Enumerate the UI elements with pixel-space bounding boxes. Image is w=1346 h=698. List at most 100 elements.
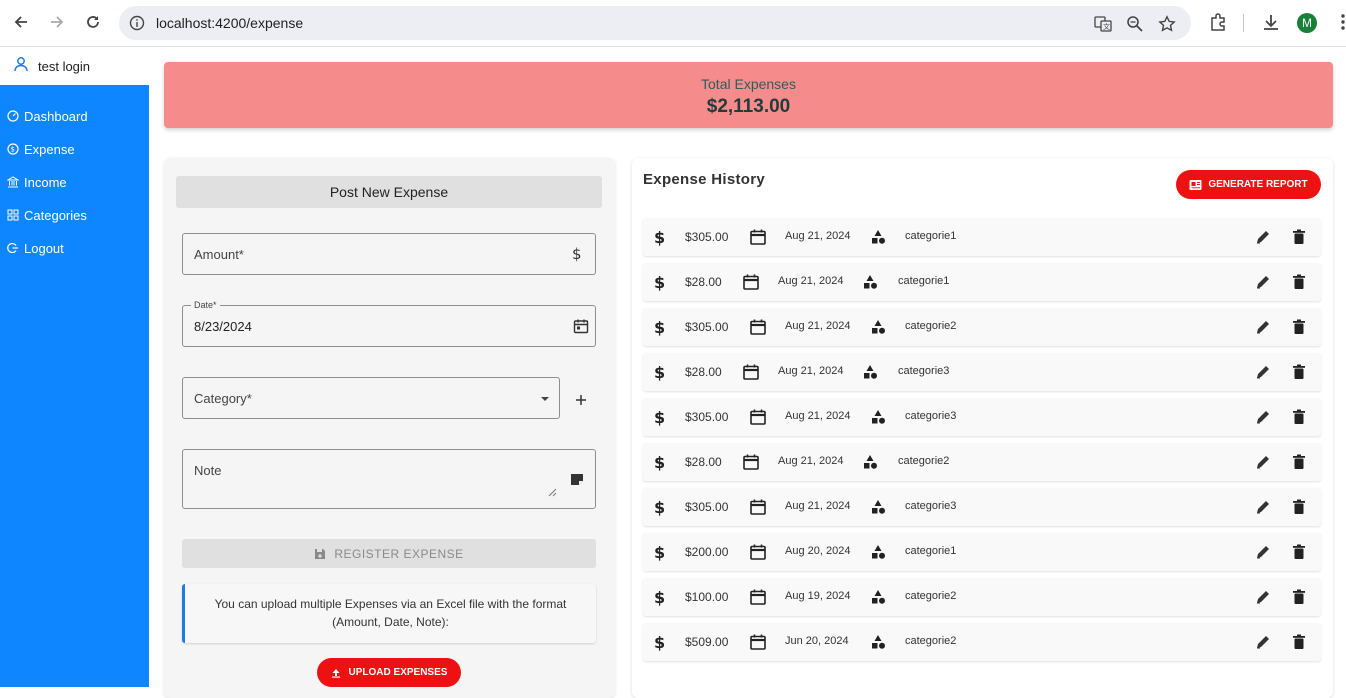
calendar-icon — [750, 409, 766, 425]
dollar-icon: $ — [654, 543, 665, 561]
delete-icon[interactable] — [1290, 318, 1308, 336]
svg-text:$: $ — [654, 273, 665, 291]
category-select[interactable]: Category* — [182, 377, 560, 419]
site-info-icon[interactable] — [129, 15, 145, 31]
dollar-icon: $ — [654, 408, 665, 426]
delete-icon[interactable] — [1290, 543, 1308, 561]
dollar-icon: $ — [654, 588, 665, 606]
expense-amount: $200.00 — [685, 545, 729, 559]
calendar-icon — [750, 589, 766, 605]
toolbar-divider — [1243, 14, 1244, 32]
date-label: Date* — [191, 300, 220, 310]
table-row: $ $28.00 Aug 21, 2024 categorie3 — [643, 353, 1321, 391]
edit-icon[interactable] — [1254, 363, 1272, 381]
forward-button[interactable] — [46, 11, 68, 33]
note-field[interactable]: Note — [182, 449, 596, 509]
sidebar-item-expense[interactable]: $ Expense — [7, 139, 75, 159]
calendar-icon[interactable] — [573, 318, 589, 334]
dollar-circle-icon: $ — [7, 143, 19, 155]
dollar-icon: $ — [654, 363, 665, 381]
date-field[interactable]: Date* 8/23/2024 — [182, 300, 596, 347]
generate-report-button[interactable]: GENERATE REPORT — [1176, 170, 1321, 199]
edit-icon[interactable] — [1254, 273, 1272, 291]
edit-icon[interactable] — [1254, 408, 1272, 426]
svg-text:文: 文 — [1103, 22, 1110, 31]
expense-category: categorie1 — [905, 230, 957, 242]
bookmark-star-icon[interactable] — [1158, 15, 1176, 33]
edit-icon[interactable] — [1254, 453, 1272, 471]
resize-handle-icon[interactable] — [547, 487, 557, 497]
edit-icon[interactable] — [1254, 228, 1272, 246]
expense-category: categorie2 — [905, 320, 957, 332]
calendar-icon — [750, 319, 766, 335]
dashboard-icon — [7, 110, 19, 122]
date-value[interactable]: 8/23/2024 — [194, 319, 252, 334]
dollar-icon: $ — [654, 633, 665, 651]
sidebar-item-logout[interactable]: Logout — [7, 238, 64, 258]
edit-icon[interactable] — [1254, 633, 1272, 651]
browser-toolbar: localhost:4200/expense 文 M — [0, 0, 1346, 47]
expense-amount: $305.00 — [685, 230, 729, 244]
expense-date: Aug 21, 2024 — [778, 365, 844, 377]
zoom-icon[interactable] — [1126, 15, 1144, 33]
expense-history-panel: Expense History GENERATE REPORT $ $305.00… — [632, 158, 1333, 698]
sidebar-item-income[interactable]: Income — [7, 172, 67, 192]
save-icon — [315, 548, 326, 559]
reload-button[interactable] — [82, 11, 104, 33]
table-row: $ $305.00 Aug 21, 2024 categorie3 — [643, 488, 1321, 526]
upload-info-box: You can upload multiple Expenses via an … — [182, 584, 596, 643]
chevron-down-icon — [541, 397, 549, 401]
back-button[interactable] — [10, 11, 32, 33]
delete-icon[interactable] — [1290, 363, 1308, 381]
edit-icon[interactable] — [1254, 543, 1272, 561]
category-shapes-icon — [872, 500, 885, 514]
upload-expenses-button[interactable]: UPLOAD EXPENSES — [317, 658, 461, 687]
profile-avatar[interactable]: M — [1297, 13, 1317, 33]
bank-icon — [7, 176, 19, 188]
delete-icon[interactable] — [1290, 498, 1308, 516]
sidebar-item-categories[interactable]: Categories — [7, 205, 87, 225]
add-category-icon[interactable] — [573, 392, 589, 408]
calendar-icon — [743, 454, 759, 470]
svg-text:$: $ — [654, 453, 665, 471]
delete-icon[interactable] — [1290, 273, 1308, 291]
expense-date: Aug 21, 2024 — [778, 455, 844, 467]
url-text[interactable]: localhost:4200/expense — [156, 15, 303, 31]
address-bar[interactable]: localhost:4200/expense 文 — [119, 6, 1191, 40]
table-row: $ $509.00 Jun 20, 2024 categorie2 — [643, 623, 1321, 661]
translate-icon[interactable]: 文 — [1094, 15, 1112, 33]
expense-amount: $28.00 — [685, 275, 722, 289]
svg-text:$: $ — [11, 146, 15, 154]
delete-icon[interactable] — [1290, 228, 1308, 246]
dollar-icon: $ — [572, 246, 582, 262]
sidebar-item-dashboard[interactable]: Dashboard — [7, 106, 88, 126]
delete-icon[interactable] — [1290, 633, 1308, 651]
category-shapes-icon — [872, 545, 885, 559]
edit-icon[interactable] — [1254, 498, 1272, 516]
more-menu-icon[interactable] — [1333, 12, 1346, 32]
extensions-icon[interactable] — [1208, 12, 1228, 32]
report-icon — [1189, 179, 1202, 190]
svg-text:$: $ — [654, 543, 665, 561]
delete-icon[interactable] — [1290, 408, 1308, 426]
dollar-icon: $ — [654, 318, 665, 336]
reload-icon — [87, 16, 99, 28]
table-row: $ $305.00 Aug 21, 2024 categorie1 — [643, 218, 1321, 256]
total-expenses-card: Total Expenses $2,113.00 — [164, 62, 1333, 128]
table-row: $ $200.00 Aug 20, 2024 categorie1 — [643, 533, 1321, 571]
download-icon[interactable] — [1261, 12, 1281, 32]
user-bar: test login — [0, 47, 149, 85]
upload-icon — [331, 668, 340, 678]
edit-icon[interactable] — [1254, 318, 1272, 336]
amount-field[interactable]: Amount* $ — [182, 233, 596, 275]
expense-date: Jun 20, 2024 — [785, 635, 849, 647]
amount-label: Amount* — [194, 247, 244, 262]
back-arrow-icon — [14, 16, 27, 28]
register-expense-button[interactable]: REGISTER EXPENSE — [182, 539, 596, 568]
delete-icon[interactable] — [1290, 453, 1308, 471]
expense-category: categorie3 — [898, 365, 950, 377]
edit-icon[interactable] — [1254, 588, 1272, 606]
svg-text:$: $ — [654, 228, 665, 246]
delete-icon[interactable] — [1290, 588, 1308, 606]
form-title: Post New Expense — [176, 176, 602, 208]
